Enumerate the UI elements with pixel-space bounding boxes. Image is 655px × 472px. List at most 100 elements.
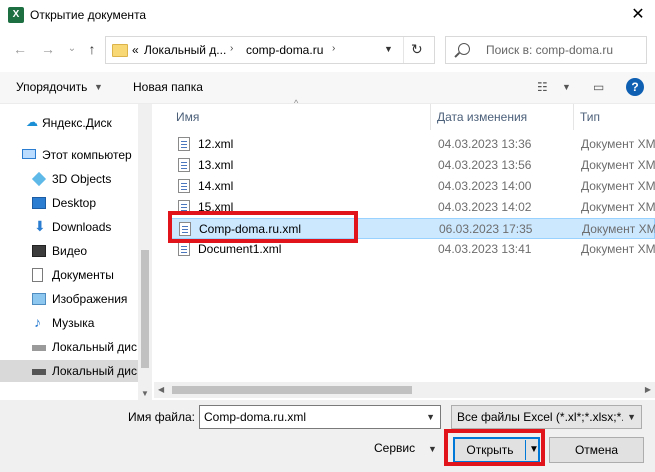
scrollbar-thumb[interactable] <box>141 250 149 368</box>
file-row[interactable]: Document1.xml 04.03.2023 13:41 Документ … <box>170 239 655 260</box>
file-type: Документ XML <box>581 158 655 172</box>
column-header-date[interactable]: Дата изменения <box>437 110 527 124</box>
sidebar-item-label: Музыка <box>52 316 95 330</box>
file-row[interactable]: 15.xml 04.03.2023 14:02 Документ XML <box>170 197 655 218</box>
title-bar: X Открытие документа ✕ <box>0 0 655 30</box>
download-icon: ⬇ <box>34 218 46 234</box>
file-type: Документ XML <box>581 179 655 193</box>
file-date: 04.03.2023 13:56 <box>438 158 532 172</box>
open-dropdown-icon[interactable]: ▼ <box>529 444 539 455</box>
xml-file-icon <box>178 242 190 256</box>
breadcrumb-comp-doma[interactable]: comp-doma.ru <box>246 43 323 57</box>
sidebar-item-label: Desktop <box>52 196 97 210</box>
filename-input[interactable]: Comp-doma.ru.xml ▼ <box>199 405 441 429</box>
open-button[interactable]: Открыть ▼ <box>453 437 540 463</box>
breadcrumb-overflow[interactable]: « <box>132 43 139 57</box>
sidebar-item-label: Локальный дис <box>52 340 137 354</box>
tools-button[interactable]: Сервис <box>374 441 415 455</box>
file-row-selected[interactable]: Comp-doma.ru.xml 06.03.2023 17:35 Докуме… <box>170 218 655 239</box>
up-arrow-icon[interactable]: ↑ <box>84 41 100 57</box>
file-date: 04.03.2023 14:02 <box>438 200 532 214</box>
organize-dropdown-icon[interactable]: ▼ <box>94 82 103 92</box>
sidebar-item-label: 3D Objects <box>52 172 112 186</box>
filename-dropdown-icon[interactable]: ▼ <box>426 412 435 422</box>
file-row[interactable]: 12.xml 04.03.2023 13:36 Документ XML <box>170 134 655 155</box>
documents-icon <box>32 268 43 282</box>
sidebar-item-downloads[interactable]: ⬇ Downloads <box>0 216 138 238</box>
search-placeholder: Поиск в: comp-doma.ru <box>486 43 613 57</box>
scrollbar-thumb[interactable] <box>172 386 412 394</box>
sidebar-item-music[interactable]: ♪ Музыка <box>0 312 138 334</box>
preview-pane-icon[interactable]: ▭ <box>593 80 604 94</box>
address-bar[interactable]: « Локальный д... › comp-doma.ru › ▼ ↻ <box>105 36 435 64</box>
file-name: 14.xml <box>198 179 234 193</box>
pictures-icon <box>32 293 46 305</box>
forward-arrow-icon[interactable]: → <box>40 41 56 57</box>
filename-label: Имя файла: <box>128 410 195 424</box>
sidebar-item-label: Изображения <box>52 292 128 306</box>
sidebar-item-desktop[interactable]: Desktop <box>0 192 138 214</box>
horizontal-scrollbar[interactable]: ◀ ▶ <box>154 382 655 398</box>
command-toolbar: Упорядочить ▼ Новая папка ☷ ▼ ▭ ? <box>0 72 655 104</box>
sidebar-item-yandex-disk[interactable]: ☁ Яндекс.Диск <box>0 112 138 134</box>
xml-file-icon <box>179 222 191 236</box>
window-title: Открытие документа <box>30 8 147 22</box>
view-options-icon[interactable]: ☷ <box>537 80 548 94</box>
filename-value: Comp-doma.ru.xml <box>204 410 307 424</box>
cloud-icon: ☁ <box>26 115 38 129</box>
music-icon: ♪ <box>34 314 41 330</box>
view-dropdown-icon[interactable]: ▼ <box>562 82 571 92</box>
sidebar-item-this-pc[interactable]: Этот компьютер <box>0 144 138 166</box>
navigation-bar: ← → ⌄ ↑ « Локальный д... › comp-doma.ru … <box>0 32 655 66</box>
xml-file-icon <box>178 179 190 193</box>
breadcrumb-local-disk[interactable]: Локальный д... <box>144 43 226 57</box>
navigation-pane: ☁ Яндекс.Диск Этот компьютер 3D Objects … <box>0 104 152 400</box>
scroll-left-arrow-icon[interactable]: ◀ <box>158 385 164 394</box>
breadcrumb-separator-icon[interactable]: › <box>230 43 233 54</box>
column-separator[interactable] <box>430 104 431 130</box>
column-header-name[interactable]: Имя <box>176 110 199 124</box>
new-folder-button[interactable]: Новая папка <box>133 80 203 94</box>
file-type: Документ XML <box>581 200 655 214</box>
scroll-down-arrow-icon[interactable]: ▼ <box>141 389 149 398</box>
file-type-filter-select[interactable]: Все файлы Excel (*.xl*;*.xlsx;*.x ▼ <box>451 405 642 429</box>
file-type: Документ XML <box>582 222 655 236</box>
sidebar-item-local-disk-2[interactable]: Локальный дис <box>0 360 138 382</box>
back-arrow-icon[interactable]: ← <box>12 41 28 57</box>
close-button[interactable]: ✕ <box>626 4 650 26</box>
recent-locations-chevron-icon[interactable]: ⌄ <box>64 41 80 57</box>
folder-icon <box>112 44 128 57</box>
address-dropdown-icon[interactable]: ▼ <box>384 44 393 54</box>
filter-dropdown-icon[interactable]: ▼ <box>627 412 636 422</box>
sidebar-item-label: Яндекс.Диск <box>42 116 112 130</box>
column-separator[interactable] <box>573 104 574 130</box>
file-type-filter-value: Все файлы Excel (*.xl*;*.xlsx;*.x <box>457 410 623 424</box>
split-divider <box>525 440 526 460</box>
help-icon[interactable]: ? <box>626 78 644 96</box>
open-button-label: Открыть <box>466 443 514 457</box>
sidebar-item-documents[interactable]: Документы <box>0 264 138 286</box>
xml-file-icon <box>178 200 190 214</box>
file-row[interactable]: 14.xml 04.03.2023 14:00 Документ XML <box>170 176 655 197</box>
cancel-button[interactable]: Отмена <box>549 437 644 463</box>
column-header-type[interactable]: Тип <box>580 110 600 124</box>
file-name: 12.xml <box>198 137 234 151</box>
computer-icon <box>22 149 36 159</box>
file-date: 04.03.2023 13:41 <box>438 242 532 256</box>
divider <box>403 37 404 63</box>
file-row[interactable]: 13.xml 04.03.2023 13:56 Документ XML <box>170 155 655 176</box>
sidebar-item-pictures[interactable]: Изображения <box>0 288 138 310</box>
sidebar-item-3d-objects[interactable]: 3D Objects <box>0 168 138 190</box>
file-date: 04.03.2023 14:00 <box>438 179 532 193</box>
sidebar-item-local-disk-1[interactable]: Локальный дис <box>0 336 138 358</box>
scroll-right-arrow-icon[interactable]: ▶ <box>645 385 651 394</box>
search-input[interactable]: Поиск в: comp-doma.ru <box>445 36 647 64</box>
search-icon <box>458 43 470 55</box>
tools-dropdown-icon[interactable]: ▼ <box>428 444 437 454</box>
refresh-icon[interactable]: ↻ <box>411 41 423 58</box>
organize-button[interactable]: Упорядочить <box>16 80 87 94</box>
file-list: ^ Имя Дата изменения Тип 12.xml 04.03.20… <box>154 98 655 400</box>
sidebar-item-videos[interactable]: Видео <box>0 240 138 262</box>
sidebar-scrollbar[interactable]: ▼ <box>138 104 152 400</box>
breadcrumb-separator-icon[interactable]: › <box>332 43 335 54</box>
